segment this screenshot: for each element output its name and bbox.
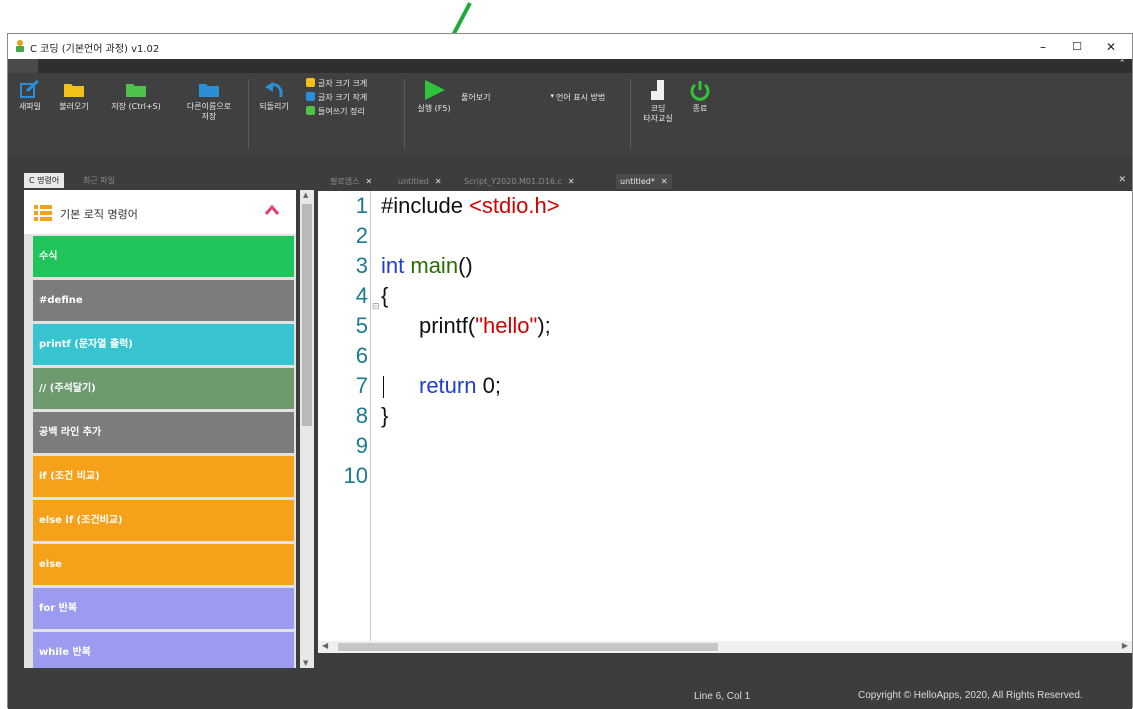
scroll-right-icon[interactable]: ▶ xyxy=(1122,641,1128,650)
scroll-left-icon[interactable]: ◀ xyxy=(322,641,328,650)
command-item[interactable]: printf (문자열 출력) xyxy=(33,324,294,365)
line-number: 6 xyxy=(355,343,368,368)
scroll-up-icon[interactable]: ▲ xyxy=(303,191,308,199)
code-line: } xyxy=(381,403,389,428)
font-bigger-button[interactable]: 글자 크기 크게 xyxy=(306,78,367,90)
close-tab-icon[interactable]: ✕ xyxy=(435,177,442,186)
command-list-scrollbar[interactable]: ▲ ▼ xyxy=(300,190,314,668)
command-group-header[interactable]: 기본 로직 명령어 xyxy=(24,190,296,234)
view-mode-select[interactable]: 풀어보기 ▾ xyxy=(461,92,554,104)
line-number: 1 xyxy=(355,193,368,218)
scrollbar-thumb[interactable] xyxy=(338,643,718,651)
line-number: 3 xyxy=(355,253,368,278)
maximize-button[interactable]: ☐ xyxy=(1060,36,1094,58)
save-button[interactable]: 저장 (Ctrl+S) xyxy=(100,79,172,112)
code-editor[interactable]: 1 2 3 4 5 6 7 8 9 10 ⊟ #include <stdio.h… xyxy=(318,191,1132,653)
editor-tab[interactable]: Script_Y2020.M01.D16.c ✕ xyxy=(460,174,579,189)
toolbar-separator xyxy=(630,79,631,149)
folder-save-icon xyxy=(126,84,146,97)
typing-class-button[interactable]: 코딩 타자교실 xyxy=(638,79,678,124)
command-list: 기본 로직 명령어 수식 #define printf (문자열 출력) // … xyxy=(24,190,296,668)
typing-icon xyxy=(651,80,664,100)
indent-cleanup-button[interactable]: 들여쓰기 정리 xyxy=(306,106,365,118)
command-item[interactable]: 공백 라인 추가 xyxy=(33,412,294,453)
font-smaller-icon xyxy=(306,92,315,101)
line-number: 2 xyxy=(355,223,368,248)
text-cursor xyxy=(383,376,384,398)
command-item[interactable]: // (주석달기) xyxy=(33,368,294,409)
close-button[interactable]: ✕ xyxy=(1094,36,1128,58)
save-as-button[interactable]: 다른이름으로 저장 xyxy=(174,79,244,122)
scroll-down-icon[interactable]: ▼ xyxy=(303,659,308,667)
command-group-title: 기본 로직 명령어 xyxy=(60,208,138,221)
editor-horizontal-scrollbar[interactable]: ◀ ▶ xyxy=(318,641,1132,653)
copyright-text: Copyright © HelloApps, 2020, All Rights … xyxy=(858,690,1083,701)
editor-tab-active[interactable]: untitled* ✕ xyxy=(616,174,672,189)
toolbar-separator xyxy=(404,79,405,149)
editor-tab-strip: 필로앱스 ✕ untitled ✕ Script_Y2020.M01.D16.c ✕ … xyxy=(318,173,1133,190)
command-item[interactable]: #define xyxy=(33,280,294,321)
line-number-gutter: 1 2 3 4 5 6 7 8 9 10 xyxy=(318,191,371,653)
window-title: C 코딩 (기본언어 과정) v1.02 xyxy=(30,44,160,55)
title-bar: C 코딩 (기본언어 과정) v1.02 – ☐ ✕ xyxy=(8,34,1132,59)
undo-button[interactable]: 되돌리기 xyxy=(252,79,296,112)
editor-tab[interactable]: untitled ✕ xyxy=(394,174,446,189)
font-bigger-icon xyxy=(306,78,315,87)
code-line: int main() xyxy=(381,253,473,278)
code-line: #include <stdio.h> xyxy=(381,193,560,218)
code-line: return 0; xyxy=(419,373,501,398)
close-tab-icon[interactable]: ✕ xyxy=(365,177,372,186)
line-number: 4 xyxy=(355,283,368,308)
status-bar: Line 6, Col 1 Copyright © HelloApps, 202… xyxy=(8,670,1132,709)
folder-open-icon xyxy=(64,84,84,97)
ribbon-collapse-icon[interactable]: ⌃ xyxy=(1118,59,1126,69)
line-number: 7 xyxy=(355,373,368,398)
command-item[interactable]: while 반복 xyxy=(33,632,294,668)
command-item[interactable]: 수식 xyxy=(33,236,294,277)
fold-marker-icon[interactable]: ⊟ xyxy=(372,302,380,312)
toolbar: 새파일 불러오기 저장 (Ctrl+S) 다른이름으로 저장 되돌리기 글자 크… xyxy=(8,73,1132,155)
command-item[interactable]: if (조건 비교) xyxy=(33,456,294,497)
undo-icon xyxy=(265,82,283,97)
tab-recent-files[interactable]: 최근 파일 xyxy=(78,173,120,188)
scrollbar-thumb[interactable] xyxy=(302,204,312,426)
code-line: { xyxy=(381,283,389,308)
app-window: C 코딩 (기본언어 과정) v1.02 – ☐ ✕ ⌃ 새파일 불러오기 저장… xyxy=(7,33,1133,709)
minimize-button[interactable]: – xyxy=(1026,36,1060,58)
code-line: printf("hello"); xyxy=(419,313,551,338)
ribbon-tab[interactable] xyxy=(8,59,38,73)
language-display-label: 언어 표시 방법 xyxy=(556,93,606,102)
cursor-position: Line 6, Col 1 xyxy=(694,691,751,702)
editor-tab[interactable]: 필로앱스 ✕ xyxy=(326,174,376,189)
ribbon-tab-strip: ⌃ xyxy=(8,59,1132,73)
command-item[interactable]: for 반복 xyxy=(33,588,294,629)
line-number: 5 xyxy=(355,313,368,338)
run-button[interactable]: 실행 (F5) xyxy=(411,79,457,114)
indent-icon xyxy=(306,106,315,115)
font-smaller-button[interactable]: 글자 크기 작게 xyxy=(306,92,367,104)
chevron-up-icon[interactable] xyxy=(264,204,280,216)
line-number: 10 xyxy=(343,463,368,488)
close-editor-icon[interactable]: ✕ xyxy=(1118,175,1126,185)
open-button[interactable]: 불러오기 xyxy=(50,79,98,112)
close-tab-icon[interactable]: ✕ xyxy=(661,177,668,186)
line-number: 9 xyxy=(355,433,368,458)
chevron-down-icon: ▾ xyxy=(550,92,554,100)
exit-button[interactable]: 종료 xyxy=(680,79,720,114)
command-item[interactable]: else if (조건비교) xyxy=(33,500,294,541)
new-file-button[interactable]: 새파일 xyxy=(12,79,48,112)
close-tab-icon[interactable]: ✕ xyxy=(568,177,575,186)
tab-c-commands[interactable]: C 명령어 xyxy=(24,173,65,188)
list-icon xyxy=(34,205,52,221)
line-number: 8 xyxy=(355,403,368,428)
app-logo-icon xyxy=(16,40,24,52)
power-icon xyxy=(690,81,710,101)
command-panel: C 명령어 최근 파일 기본 로직 명령어 수식 #define printf … xyxy=(16,173,314,668)
play-icon xyxy=(425,80,445,100)
new-file-icon xyxy=(20,79,40,98)
folder-save-as-icon xyxy=(199,84,219,97)
toolbar-separator xyxy=(248,79,249,149)
command-item[interactable]: else xyxy=(33,544,294,585)
